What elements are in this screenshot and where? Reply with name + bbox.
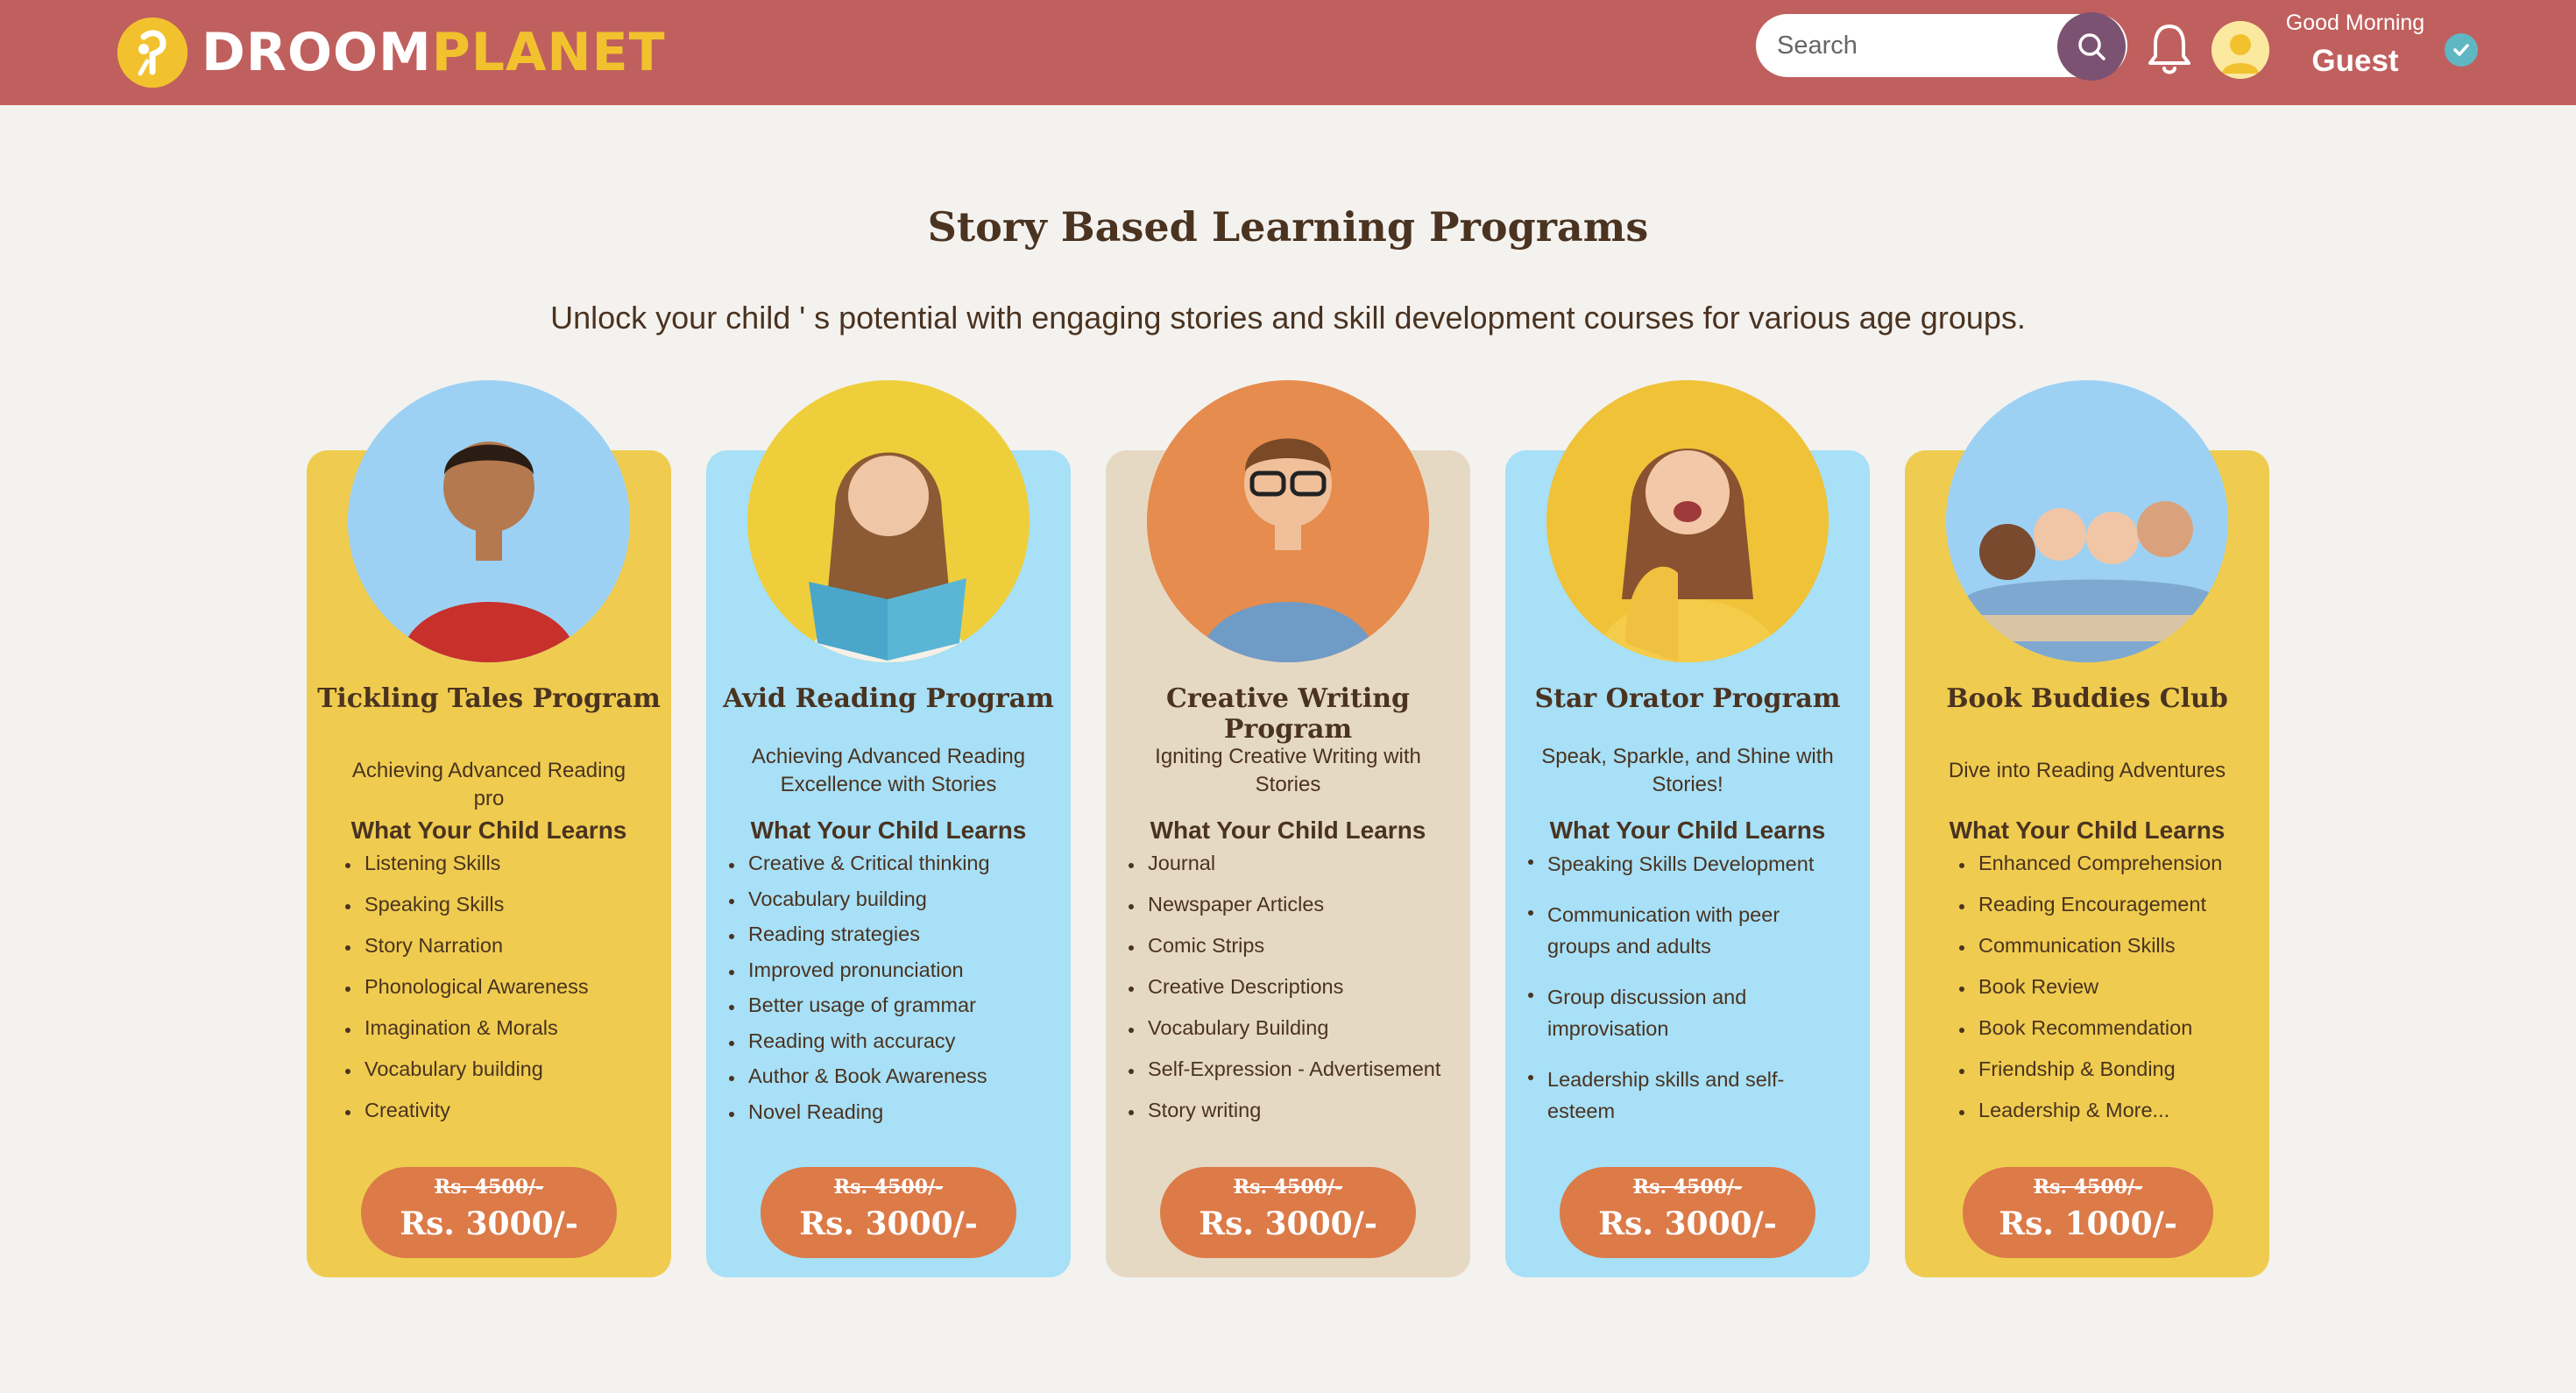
old-price: Rs. 4500/-: [833, 1176, 944, 1199]
list-item: Author & Book Awareness: [727, 1064, 1043, 1100]
list-item: Newspaper Articles: [1127, 893, 1442, 934]
program-tagline: Dive into Reading Adventures: [1948, 759, 2226, 782]
list-item: Improved pronunciation: [727, 958, 1043, 994]
list-item: Creative & Critical thinking: [727, 852, 1043, 887]
old-price: Rs. 4500/-: [1233, 1176, 1343, 1199]
price-button[interactable]: Rs. 4500/- Rs. 3000/-: [361, 1167, 617, 1258]
current-price: Rs. 1000/-: [1999, 1206, 2177, 1242]
current-price: Rs. 3000/-: [1199, 1206, 1377, 1242]
price-button[interactable]: Rs. 4500/- Rs. 3000/-: [1560, 1167, 1815, 1258]
user-name[interactable]: Guest: [2278, 44, 2432, 79]
brand-logo[interactable]: DROOMPLANET: [117, 14, 666, 91]
learns-heading: What Your Child Learns: [750, 817, 1027, 844]
program-tagline: Igniting Creative Writing with Stories: [1155, 745, 1421, 796]
notification-bell-icon[interactable]: [2145, 21, 2194, 77]
learns-heading: What Your Child Learns: [350, 817, 627, 844]
list-item: Better usage of grammar: [727, 993, 1043, 1029]
skills-list: Creative & Critical thinking Vocabulary …: [727, 852, 1043, 1135]
list-item: Leadership skills and self-esteem: [1526, 1064, 1842, 1127]
list-item: Book Recommendation: [1957, 1016, 2273, 1057]
old-price: Rs. 4500/-: [2033, 1176, 2143, 1199]
learns-heading: What Your Child Learns: [1150, 817, 1426, 844]
list-item: Journal: [1127, 852, 1442, 893]
brand-name: DROOMPLANET: [202, 22, 666, 83]
skills-list: Enhanced Comprehension Reading Encourage…: [1957, 852, 2273, 1140]
list-item: Story writing: [1127, 1099, 1442, 1140]
list-item: Creative Descriptions: [1127, 975, 1442, 1016]
program-title: Book Buddies Club: [1946, 683, 2228, 714]
list-item: Comic Strips: [1127, 934, 1442, 975]
list-item: Vocabulary building: [727, 887, 1043, 923]
list-item: Communication Skills: [1957, 934, 2273, 975]
child-photo: [1546, 380, 1829, 662]
program-title: Avid Reading Program: [723, 683, 1054, 714]
search-input[interactable]: [1777, 14, 2040, 77]
program-tagline: Achieving Advanced Reading pro: [351, 759, 626, 810]
rocket-logo-icon: [117, 18, 188, 88]
page-title: Story Based Learning Programs: [927, 203, 1649, 251]
list-item: Speaking Skills: [343, 893, 659, 934]
price-button[interactable]: Rs. 4500/- Rs. 1000/-: [1963, 1167, 2213, 1258]
list-item: Listening Skills: [343, 852, 659, 893]
list-item: Leadership & More...: [1957, 1099, 2273, 1140]
current-price: Rs. 3000/-: [799, 1206, 978, 1242]
search-icon: [2078, 33, 2105, 60]
skills-list: Journal Newspaper Articles Comic Strips …: [1127, 852, 1442, 1140]
program-tagline: Speak, Sparkle, and Shine with Stories!: [1541, 745, 1834, 796]
price-button[interactable]: Rs. 4500/- Rs. 3000/-: [761, 1167, 1016, 1258]
list-item: Friendship & Bonding: [1957, 1057, 2273, 1099]
children-photo: [1946, 380, 2228, 662]
brand-name-part1: DROOM: [202, 22, 432, 83]
child-photo: [1147, 380, 1429, 662]
list-item: Reading Encouragement: [1957, 893, 2273, 934]
greeting-text: Good Morning: [2285, 11, 2425, 35]
learns-heading: What Your Child Learns: [1549, 817, 1826, 844]
old-price: Rs. 4500/-: [434, 1176, 544, 1199]
program-tagline: Achieving Advanced Reading Excellence wi…: [751, 745, 1026, 796]
program-title: Tickling Tales Program: [317, 683, 661, 714]
list-item: Reading with accuracy: [727, 1029, 1043, 1065]
current-price: Rs. 3000/-: [400, 1206, 578, 1242]
old-price: Rs. 4500/-: [1632, 1176, 1743, 1199]
list-item: Imagination & Morals: [343, 1016, 659, 1057]
child-photo: [348, 380, 630, 662]
child-photo: [747, 380, 1030, 662]
search-button[interactable]: [2057, 12, 2126, 81]
page-subtitle: Unlock your child ' s potential with eng…: [550, 300, 2026, 336]
price-button[interactable]: Rs. 4500/- Rs. 3000/-: [1160, 1167, 1416, 1258]
user-avatar[interactable]: [2212, 21, 2269, 79]
list-item: Creativity: [343, 1099, 659, 1140]
list-item: Communication with peer groups and adult…: [1526, 899, 1842, 981]
program-title: Star Orator Program: [1534, 683, 1841, 714]
program-title: Creative Writing Program: [1165, 683, 1410, 745]
list-item: Enhanced Comprehension: [1957, 852, 2273, 893]
current-price: Rs. 3000/-: [1598, 1206, 1777, 1242]
brand-name-part2: PLANET: [431, 22, 666, 83]
list-item: Story Narration: [343, 934, 659, 975]
list-item: Self-Expression - Advertisement: [1127, 1057, 1442, 1099]
list-item: Novel Reading: [727, 1100, 1043, 1136]
verified-check-icon: [2445, 33, 2478, 67]
learns-heading: What Your Child Learns: [1949, 817, 2226, 844]
list-item: Speaking Skills Development: [1526, 848, 1842, 899]
skills-list: Speaking Skills Development Communicatio…: [1526, 852, 1842, 1127]
list-item: Phonological Awareness: [343, 975, 659, 1016]
list-item: Vocabulary Building: [1127, 1016, 1442, 1057]
list-item: Vocabulary building: [343, 1057, 659, 1099]
list-item: Book Review: [1957, 975, 2273, 1016]
skills-list: Listening Skills Speaking Skills Story N…: [343, 852, 659, 1140]
top-navbar: DROOMPLANET Good Morning Guest: [0, 0, 2576, 105]
list-item: Group discussion and improvisation: [1526, 981, 1842, 1064]
list-item: Reading strategies: [727, 923, 1043, 958]
